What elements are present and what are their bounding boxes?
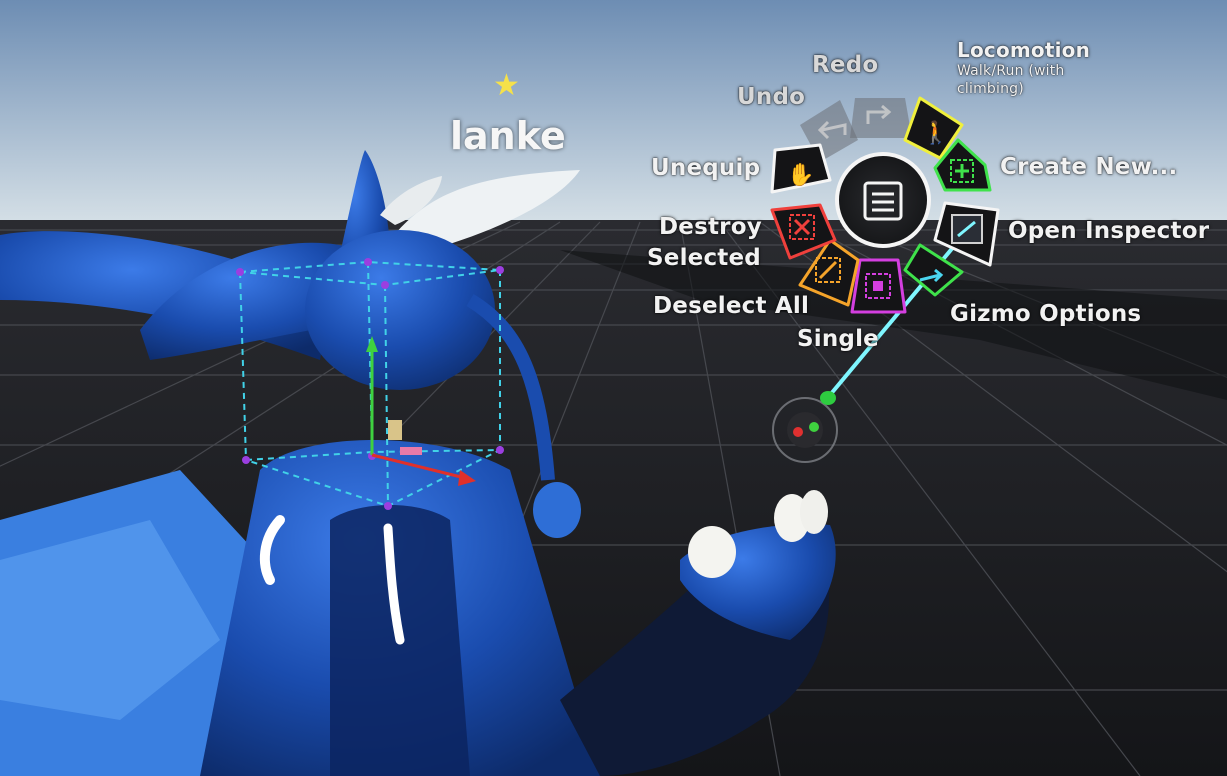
label-destroy-selected-line2[interactable]: Selected <box>647 245 761 271</box>
vr-scene-viewport: 🚶 ✋ <box>0 0 1227 776</box>
label-open-inspector[interactable]: Open Inspector <box>1008 218 1209 244</box>
label-unequip[interactable]: Unequip <box>651 155 760 181</box>
label-locomotion[interactable]: Locomotion <box>957 38 1090 62</box>
avatar-tendril-tip <box>533 482 581 538</box>
avatar-claw-3 <box>800 490 828 534</box>
label-destroy-selected-line1[interactable]: Destroy <box>659 214 762 240</box>
hand-icon: ✋ <box>787 162 814 188</box>
user-nametag: lanke <box>450 114 566 158</box>
menu-item-single[interactable] <box>850 258 907 314</box>
label-deselect-all[interactable]: Deselect All <box>653 293 809 319</box>
label-gizmo-options[interactable]: Gizmo Options <box>950 301 1141 327</box>
label-locomotion-sub: Walk/Run (with climbing) <box>957 63 1065 97</box>
label-redo[interactable]: Redo <box>812 52 878 78</box>
walk-icon: 🚶 <box>922 120 949 146</box>
menu-item-redo[interactable] <box>850 98 912 138</box>
sky <box>0 0 1227 222</box>
label-create-new[interactable]: Create New... <box>1000 154 1177 180</box>
avatar-claw <box>688 526 736 578</box>
label-single[interactable]: Single <box>797 326 879 352</box>
star-icon: ★ <box>493 68 520 103</box>
radial-menu-center[interactable] <box>835 152 931 248</box>
avatar-head <box>305 230 495 390</box>
label-undo[interactable]: Undo <box>737 84 805 110</box>
